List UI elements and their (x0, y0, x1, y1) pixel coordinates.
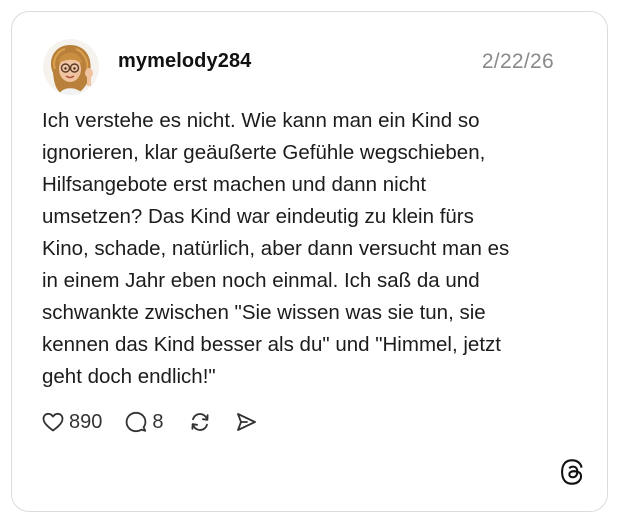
repost-button[interactable] (188, 410, 212, 434)
reply-count: 8 (152, 410, 164, 433)
send-icon (236, 413, 256, 431)
post-text: Ich verstehe es nicht. Wie kann man ein … (42, 109, 510, 388)
memoji-avatar-icon (50, 45, 93, 95)
threads-logo-icon (560, 459, 586, 485)
post-card: mymelody284 2/22/26 Ich verstehe es nich… (11, 11, 608, 512)
post-date: 2/22/26 (481, 50, 554, 73)
comment-icon (126, 411, 147, 433)
repost-icon (191, 413, 208, 431)
share-button[interactable] (234, 410, 258, 434)
like-count: 890 (69, 410, 103, 433)
reply-button[interactable]: 8 (124, 410, 164, 434)
username[interactable]: mymelody284 (118, 50, 251, 73)
post-actions: 890 8 (41, 407, 258, 437)
heart-icon (42, 412, 64, 432)
like-button[interactable]: 890 (41, 410, 102, 434)
avatar[interactable] (43, 39, 99, 95)
